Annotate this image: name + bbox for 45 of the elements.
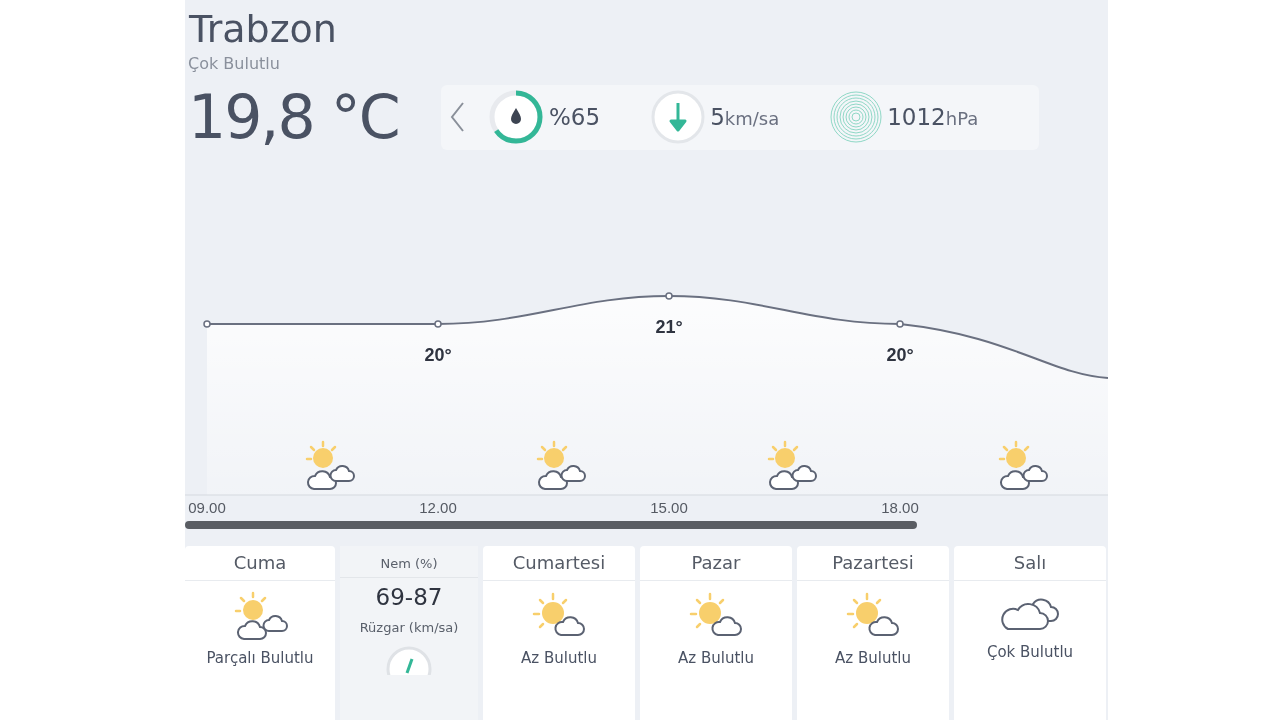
- data-point: [203, 320, 211, 328]
- scrollbar[interactable]: [185, 521, 917, 529]
- day-condition: Çok Bulutlu: [986, 643, 1074, 661]
- wind-direction-icon: [650, 89, 707, 145]
- wind-label: Rüzgar (km/sa): [359, 619, 459, 637]
- sun-clouds-icon: [305, 440, 355, 490]
- day-card[interactable]: Cuma Parçalı Bulutlu: [185, 546, 335, 720]
- humidity-range: 69-87: [340, 577, 478, 610]
- hour-label: 15.00: [650, 499, 688, 516]
- stat-value: 5km/sa: [710, 104, 780, 130]
- pressure-rings-icon: [829, 90, 884, 144]
- wind-direction-icon: [385, 645, 433, 675]
- sun-clouds-icon: [998, 440, 1048, 490]
- day-name: Pazar: [640, 546, 792, 581]
- day-name: Pazartesi: [797, 546, 949, 581]
- hour-label: 09.00: [188, 499, 226, 516]
- stat-value: 1012hPa: [887, 104, 979, 130]
- humidity-label: Nem (%): [380, 555, 438, 571]
- sun-clouds-icon: [536, 440, 586, 490]
- temperature-label: 21°: [655, 317, 683, 337]
- temperature: 19,8 °C: [187, 81, 400, 154]
- day-condition: Az Bulutlu: [678, 649, 754, 667]
- day-name: Salı: [954, 546, 1106, 581]
- day-condition: Az Bulutlu: [521, 649, 597, 667]
- chevron-left-icon[interactable]: [449, 101, 465, 133]
- day-card[interactable]: Cumartesi Az Bulutlu: [483, 546, 635, 720]
- day-card[interactable]: Pazar Az Bulutlu: [640, 546, 792, 720]
- day-condition: Az Bulutlu: [835, 649, 911, 667]
- temperature-label: 20°: [886, 345, 914, 365]
- data-point: [896, 320, 904, 328]
- day-name: Cumartesi: [483, 546, 635, 581]
- city-name: Trabzon: [188, 6, 338, 52]
- day-condition: Parçalı Bulutlu: [206, 649, 314, 667]
- data-point: [665, 292, 673, 300]
- day-card[interactable]: Salı Çok Bulutlu: [954, 546, 1106, 720]
- data-point: [434, 320, 442, 328]
- hour-label: 18.00: [881, 499, 919, 516]
- temperature-label: 20°: [424, 345, 452, 365]
- day-card[interactable]: Pazartesi Az Bulutlu: [797, 546, 949, 720]
- stat-value: %65: [549, 104, 601, 130]
- day-name: Cuma: [185, 546, 335, 581]
- condition-text: Çok Bulutlu: [187, 54, 281, 73]
- drop-icon: [511, 108, 521, 124]
- hour-label: 12.00: [419, 499, 457, 516]
- sun-clouds-icon: [767, 440, 817, 490]
